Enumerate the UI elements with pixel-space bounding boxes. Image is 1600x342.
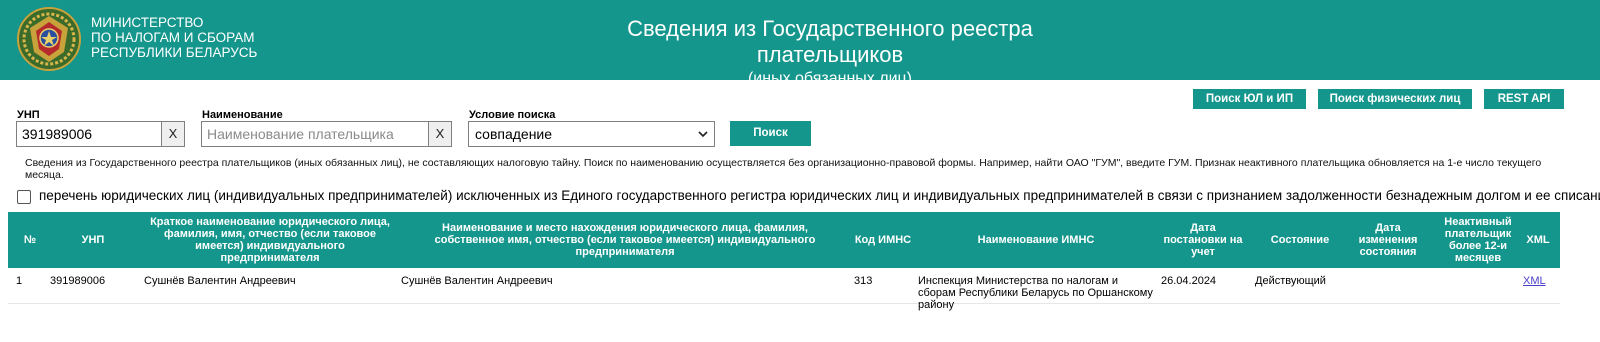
unp-label: УНП	[17, 109, 40, 121]
column-header-unp: УНП	[81, 234, 105, 246]
table-row: 1 391989006 Сушнёв Валентин Андреевич Су…	[8, 268, 1560, 311]
condition-select-value: совпадение	[475, 126, 553, 142]
condition-select[interactable]: совпадение	[468, 121, 715, 147]
column-header-imns-code: Код ИМНС	[854, 234, 912, 246]
cell-reg-date: 26.04.2024	[1161, 275, 1217, 287]
ministry-name: МИНИСТЕРСТВО ПО НАЛОГАМ И СБОРАМ РЕСПУБЛ…	[91, 15, 257, 60]
chevron-down-icon	[698, 131, 708, 138]
info-text: Сведения из Государственного реестра пла…	[25, 157, 1542, 181]
xml-link[interactable]: XML	[1523, 275, 1546, 287]
excluded-list-label[interactable]: перечень юридических лиц (индивидуальных…	[39, 188, 1600, 203]
column-header-num: №	[23, 234, 37, 246]
column-header-short-name: Краткое наименование юридического лица, …	[150, 216, 390, 264]
cell-unp: 391989006	[50, 275, 106, 287]
unp-input[interactable]: 391989006	[16, 121, 162, 147]
page-title-block: Сведения из Государственного реестра пла…	[560, 16, 1100, 89]
name-label: Наименование	[202, 109, 283, 121]
column-header-status: Состояние	[1270, 234, 1330, 246]
cell-status: Действующий	[1255, 275, 1326, 287]
ministry-name-line: ПО НАЛОГАМ И СБОРАМ	[91, 30, 255, 45]
unp-clear-button[interactable]: X	[161, 121, 185, 147]
cell-short-name: Сушнёв Валентин Андреевич	[144, 275, 296, 287]
results-table-header: № УНП Краткое наименование юридического …	[8, 212, 1560, 268]
column-header-reg-date: Дата постановки на учет	[1163, 222, 1243, 258]
page-title: Сведения из Государственного реестра пла…	[627, 16, 1033, 67]
column-header-full-name: Наименование и место нахождения юридичес…	[434, 222, 816, 258]
cell-imns-name: Инспекция Министерства по налогам и сбор…	[918, 275, 1153, 311]
cell-full-name: Сушнёв Валентин Андреевич	[401, 275, 553, 287]
search-button[interactable]: Поиск	[730, 121, 811, 146]
cell-num: 1	[16, 275, 23, 287]
excluded-list-checkbox[interactable]	[17, 190, 31, 204]
ministry-name-line: МИНИСТЕРСТВО	[91, 15, 204, 30]
condition-label: Условие поиска	[469, 109, 556, 121]
column-header-inactive: Неактивный плательщик более 12-и месяцев	[1444, 216, 1512, 264]
name-clear-button[interactable]: X	[428, 121, 452, 147]
column-header-imns-name: Наименование ИМНС	[977, 234, 1095, 246]
page-header: МИНИСТЕРСТВО ПО НАЛОГАМ И СБОРАМ РЕСПУБЛ…	[0, 0, 1600, 87]
cell-imns-code: 313	[854, 275, 873, 287]
page-subtitle: (иных обязанных лиц)	[747, 70, 913, 87]
rest-api-button[interactable]: REST API	[1484, 89, 1564, 109]
ministry-name-line: РЕСПУБЛИКИ БЕЛАРУСЬ	[91, 45, 258, 60]
ministry-emblem-icon	[17, 7, 81, 71]
search-legal-button[interactable]: Поиск ЮЛ и ИП	[1193, 89, 1306, 109]
column-header-xml: XML	[1526, 234, 1550, 246]
column-header-status-date: Дата изменения состояния	[1358, 222, 1418, 258]
name-input[interactable]: Наименование плательщика	[201, 121, 429, 147]
search-individuals-button[interactable]: Поиск физических лиц	[1318, 89, 1472, 109]
